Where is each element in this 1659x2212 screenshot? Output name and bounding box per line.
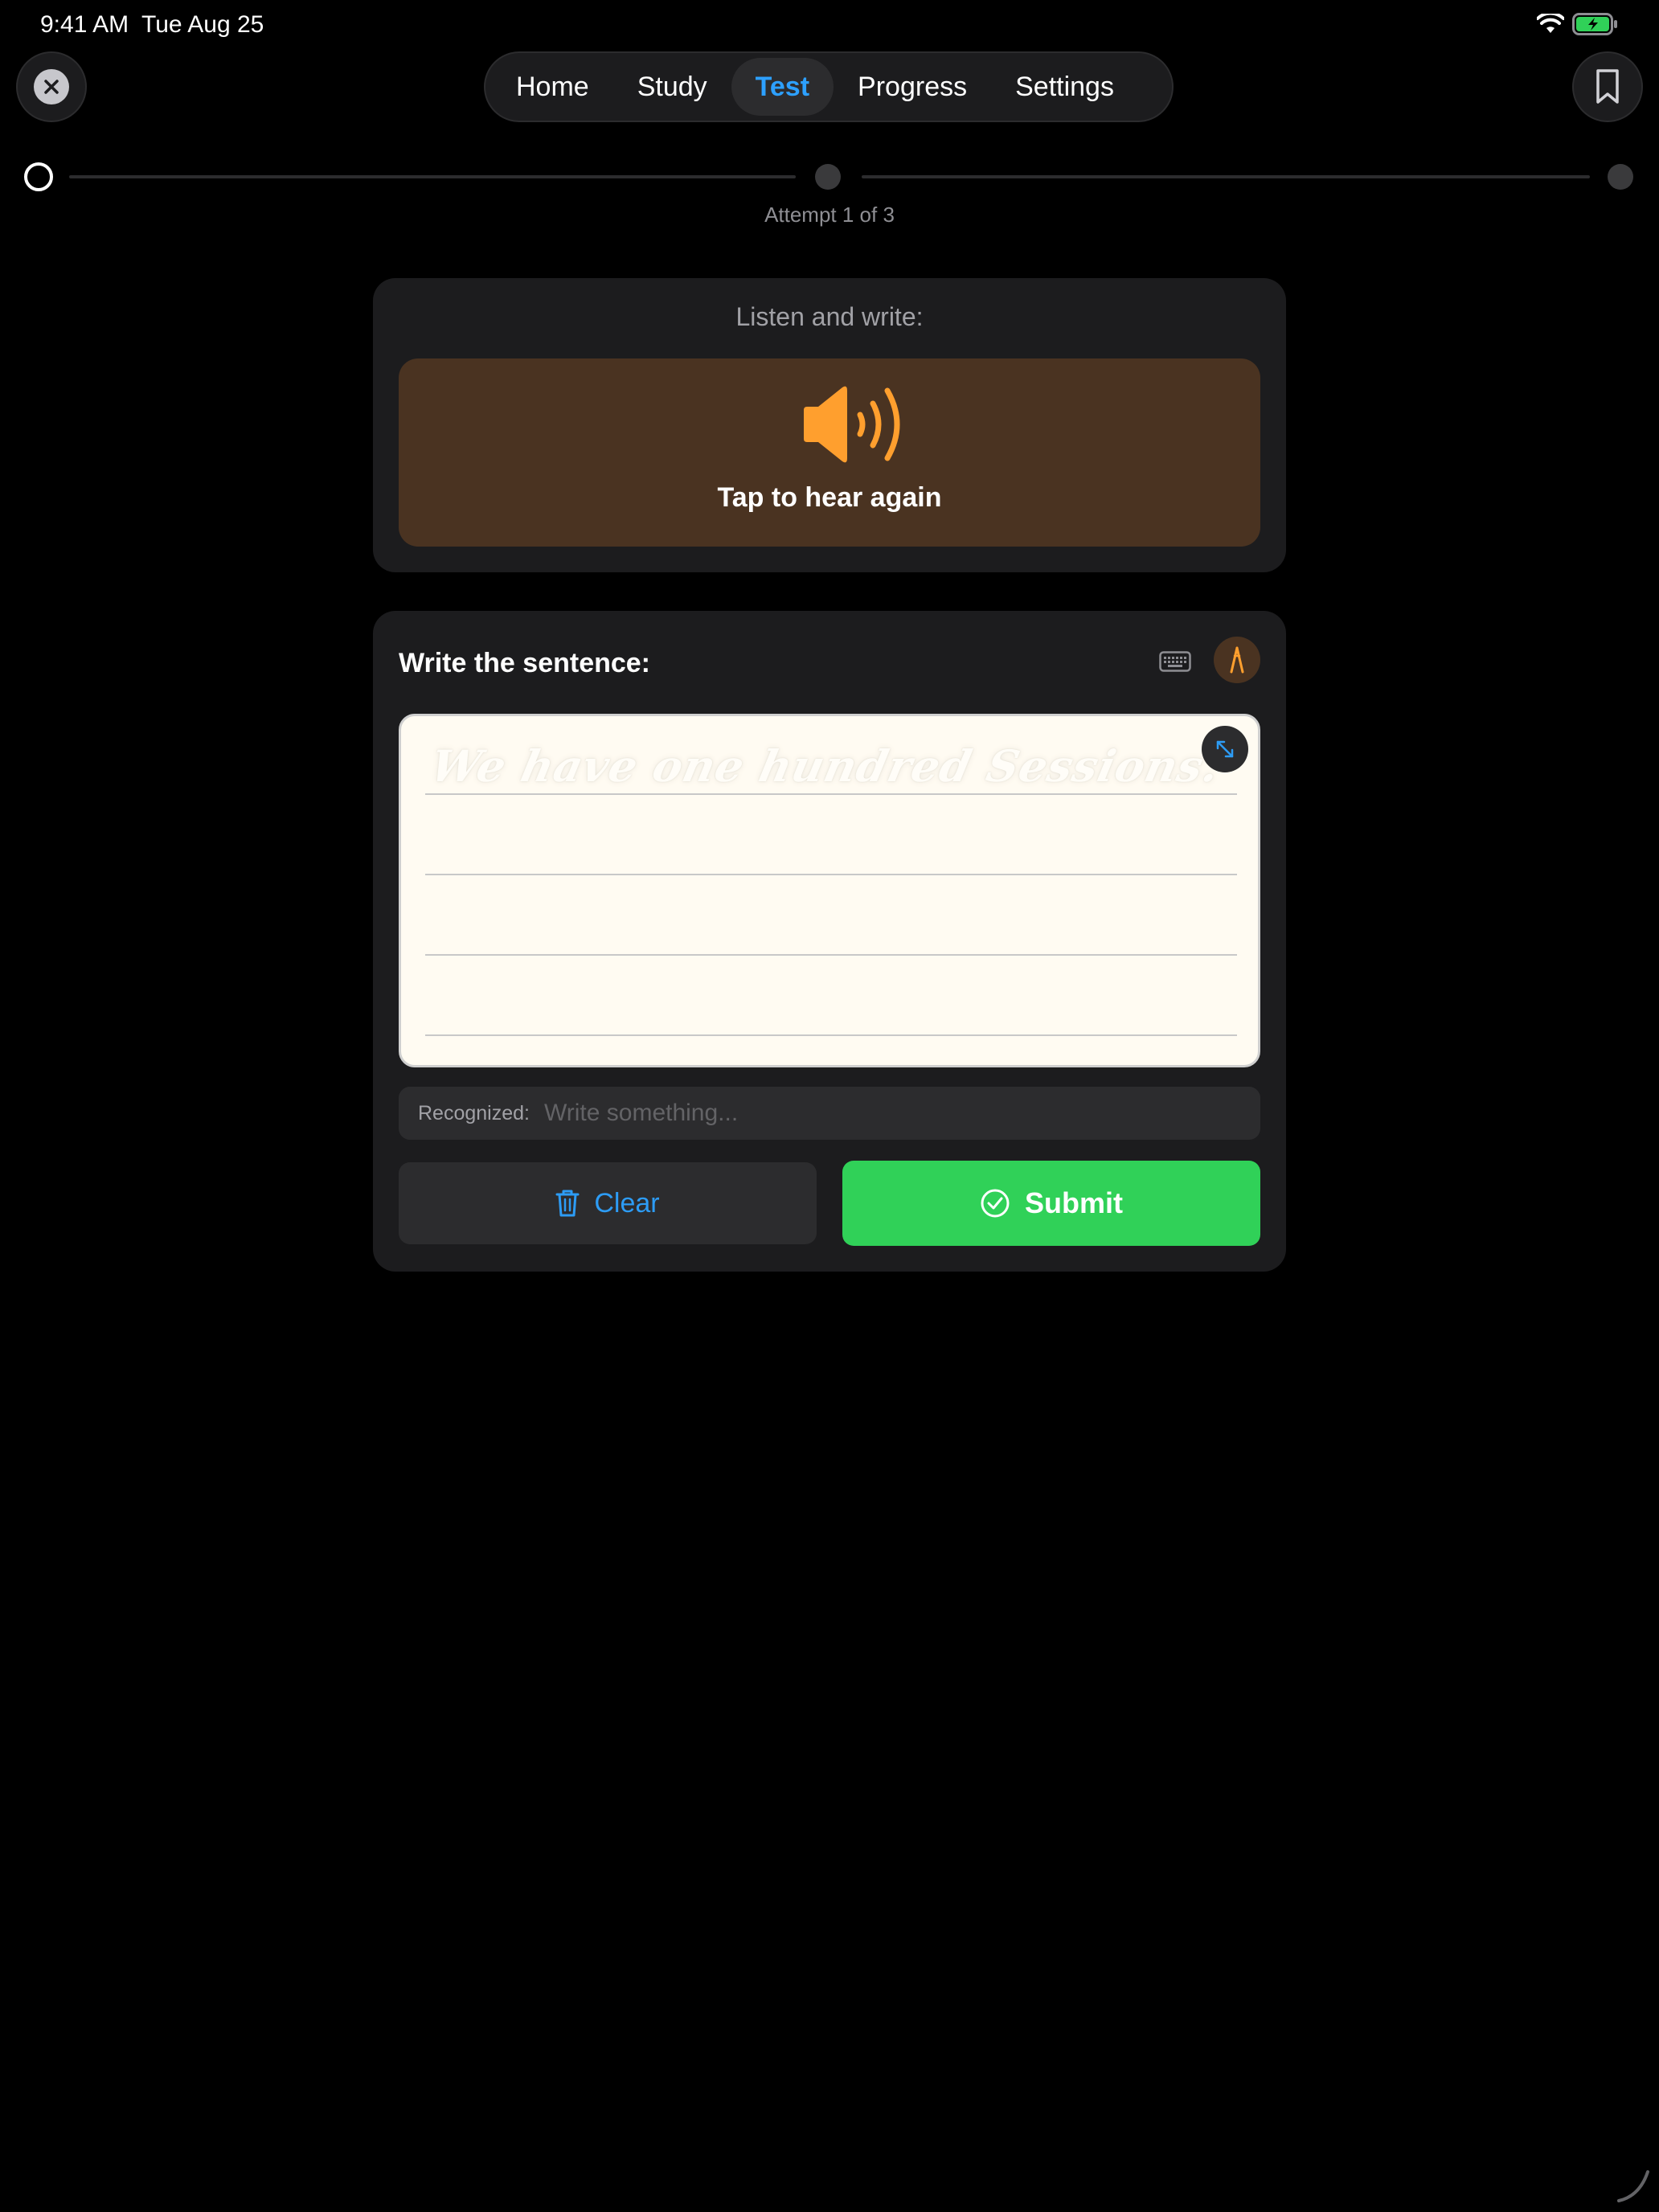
bookmark-button[interactable] [1572,51,1643,122]
status-date: Tue Aug 25 [141,11,264,38]
handwriting-canvas[interactable]: We have one hundred Sessions. [399,714,1260,1067]
step-connector [862,175,1590,178]
play-audio-label: Tap to hear again [717,482,942,513]
tab-progress[interactable]: Progress [834,58,991,116]
listen-title: Listen and write: [735,302,924,331]
status-time: 9:41 AM [40,11,129,38]
clear-label: Clear [594,1187,660,1219]
keyboard-icon[interactable] [1159,651,1191,672]
step-connector [69,175,796,178]
tab-test[interactable]: Test [731,58,834,116]
listen-card: Listen and write: Tap to hear again [373,278,1286,572]
recognized-label: Recognized: [418,1101,530,1124]
resize-grabber-icon[interactable] [1612,2165,1653,2206]
close-icon [34,69,69,104]
ruled-line [425,874,1237,875]
attempt-stepper [23,159,1638,195]
write-title: Write the sentence: [399,648,651,678]
attempt-label: Attempt 1 of 3 [764,203,895,227]
step-1-indicator [24,162,53,191]
step-2-indicator [815,164,841,190]
recognized-text: Write something... [543,1100,739,1126]
bookmark-icon [1596,69,1619,104]
close-button[interactable] [16,51,87,122]
submit-label: Submit [1025,1186,1123,1219]
ruled-line [425,1034,1237,1036]
ghost-sentence-text: We have one hundred Sessions. [426,740,1225,792]
status-icons [1537,13,1619,35]
ruled-line [425,954,1237,956]
trash-icon [555,1190,580,1217]
write-card: Write the sentence: We have one hundred … [373,611,1286,1272]
handwriting-mode-button[interactable] [1214,637,1260,683]
submit-button[interactable]: Submit [842,1161,1260,1246]
pen-icon [1230,646,1244,674]
expand-canvas-button[interactable] [1202,726,1248,772]
status-bar: 9:41 AM Tue Aug 25 [0,0,1659,51]
tab-study[interactable]: Study [613,58,731,116]
speaker-wave-icon [804,386,900,463]
expand-icon [1216,740,1234,758]
battery-icon [1572,13,1617,35]
step-3-indicator [1608,164,1633,190]
ruled-line [425,793,1237,795]
play-audio-button[interactable]: Tap to hear again [399,358,1260,547]
wifi-icon [1537,14,1564,33]
clear-button[interactable]: Clear [399,1162,817,1244]
checkmark-circle-icon [981,1189,1010,1218]
tab-bar: Home Study Test Progress Settings [484,51,1174,122]
tab-settings[interactable]: Settings [991,58,1138,116]
recognized-field: Recognized: Write something... [399,1087,1260,1140]
tab-home[interactable]: Home [492,58,613,116]
